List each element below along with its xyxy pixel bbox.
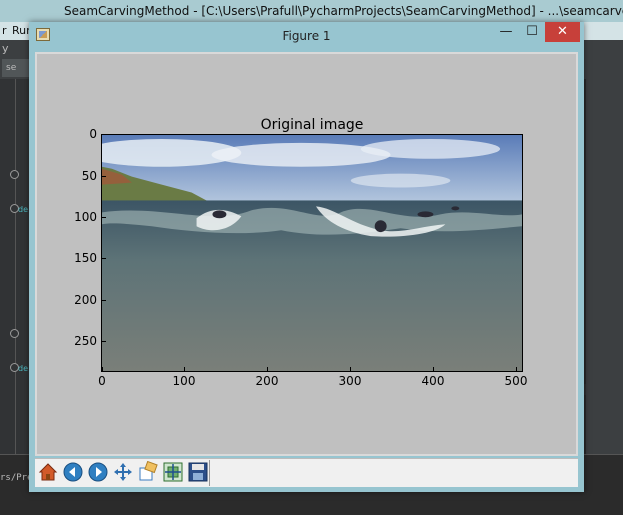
x-tick-mark <box>433 367 434 372</box>
pan-icon[interactable] <box>112 461 134 483</box>
surfer-figure <box>451 206 460 211</box>
x-tick-mark <box>102 367 103 372</box>
save-icon[interactable] <box>187 461 209 483</box>
figure-title-bar[interactable]: Figure 1 — ☐ ✕ <box>29 22 584 50</box>
x-tick-label: 300 <box>338 374 362 388</box>
gutter-guide-line <box>15 79 16 454</box>
x-tick-mark <box>516 367 517 372</box>
x-tick-mark <box>350 367 351 372</box>
y-tick-mark <box>101 258 106 259</box>
surfer-figure <box>417 211 434 218</box>
maximize-button[interactable]: ☐ <box>519 22 545 42</box>
y-tick-label: 250 <box>74 334 97 348</box>
minimize-button[interactable]: — <box>493 22 519 42</box>
y-tick-label: 150 <box>74 251 97 265</box>
ide-title: SeamCarvingMethod - [C:\Users\Prafull\Py… <box>64 4 623 18</box>
x-tick-label: 200 <box>255 374 279 388</box>
menu-item-y[interactable]: y <box>2 42 9 55</box>
menu-item-r[interactable]: r <box>2 22 7 40</box>
toolbar-separator <box>209 460 210 486</box>
axes-title: Original image <box>260 117 364 133</box>
y-tick-label: 0 <box>89 127 97 141</box>
x-tick-mark <box>267 367 268 372</box>
navigation-toolbar <box>35 458 578 487</box>
console-text: rs/Pre <box>0 473 33 483</box>
editor-tab-label: se <box>6 63 17 73</box>
y-tick-label: 200 <box>74 293 97 307</box>
surfer-figure <box>212 210 227 219</box>
x-tick-label: 0 <box>98 374 106 388</box>
x-tick-mark <box>184 367 185 372</box>
y-tick-mark <box>101 341 106 342</box>
y-tick-label: 100 <box>74 210 97 224</box>
subplots-icon[interactable] <box>162 461 184 483</box>
cloud-shape <box>350 173 451 188</box>
home-icon[interactable] <box>37 461 59 483</box>
y-tick-mark <box>101 300 106 301</box>
gutter-code-snippet: de <box>18 364 28 373</box>
ide-title-bar: SeamCarvingMethod - [C:\Users\Prafull\Py… <box>0 0 623 22</box>
y-tick-mark <box>101 217 106 218</box>
cloud-shape <box>360 138 501 159</box>
ocean-wave-image <box>102 135 522 371</box>
y-tick-mark <box>101 176 106 177</box>
ide-right-panel <box>586 79 623 509</box>
editor-tab[interactable]: se <box>2 59 30 77</box>
x-tick-label: 400 <box>421 374 445 388</box>
gutter-code-snippet: de <box>18 205 28 214</box>
y-tick-label: 50 <box>81 169 97 183</box>
image-plot[interactable] <box>101 134 523 372</box>
back-arrow-icon[interactable] <box>62 461 84 483</box>
forward-arrow-icon[interactable] <box>87 461 109 483</box>
close-button[interactable]: ✕ <box>545 22 580 42</box>
fold-marker-icon[interactable] <box>10 329 19 338</box>
zoom-icon[interactable] <box>137 461 159 483</box>
y-tick-mark <box>101 134 106 135</box>
fold-marker-icon[interactable] <box>10 170 19 179</box>
x-tick-label: 100 <box>172 374 196 388</box>
surfer-figure <box>374 220 387 233</box>
x-tick-label: 500 <box>504 374 528 388</box>
